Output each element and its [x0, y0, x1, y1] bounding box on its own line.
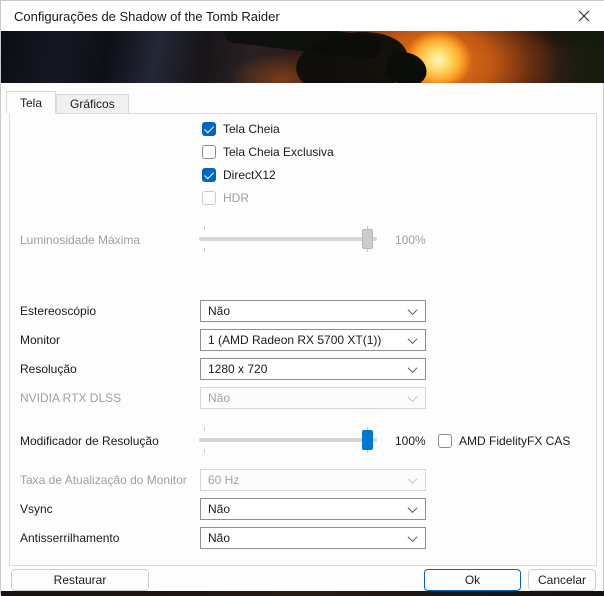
restore-button-label: Restaurar	[53, 573, 107, 587]
refresh-rate-value: 60 Hz	[208, 473, 240, 487]
chevron-down-icon	[407, 362, 418, 373]
directx12-checkbox[interactable]	[202, 168, 216, 182]
slider-thumb[interactable]	[362, 430, 373, 450]
resolution-modifier-label: Modificador de Resolução	[20, 434, 159, 448]
fidelityfx-checkbox-row[interactable]: AMD FidelityFX CAS	[438, 434, 570, 448]
refresh-rate-select: 60 Hz	[200, 469, 426, 491]
chevron-down-icon	[407, 333, 418, 344]
tab-strip: Tela Gráficos	[6, 91, 129, 114]
resolution-value: 1280 x 720	[208, 362, 268, 376]
exclusive-fullscreen-checkbox-row[interactable]: Tela Cheia Exclusiva	[202, 145, 334, 159]
cancel-button[interactable]: Cancelar	[528, 569, 596, 591]
antialiasing-value: Não	[208, 531, 231, 545]
check-icon	[203, 122, 214, 133]
refresh-rate-label: Taxa de Atualização do Monitor	[20, 473, 187, 487]
antialiasing-select[interactable]: Não	[200, 527, 426, 549]
chevron-down-icon	[407, 473, 418, 484]
ok-button-label: Ok	[464, 573, 481, 587]
tab-graficos[interactable]: Gráficos	[56, 94, 129, 114]
chevron-down-icon	[407, 391, 418, 402]
max-luminosity-label: Luminosidade Máxima	[20, 233, 141, 247]
directx12-checkbox-row[interactable]: DirectX12	[202, 168, 276, 182]
exclusive-fullscreen-checkbox[interactable]	[202, 145, 216, 159]
ok-button[interactable]: Ok	[424, 569, 521, 591]
tab-tela[interactable]: Tela	[6, 91, 57, 114]
directx12-label: DirectX12	[223, 168, 276, 182]
fullscreen-label: Tela Cheia	[223, 122, 280, 136]
resolution-modifier-value: 100%	[395, 434, 426, 448]
dlss-label: NVIDIA RTX DLSS	[20, 391, 122, 405]
stereoscopy-value: Não	[208, 304, 231, 318]
fidelityfx-checkbox[interactable]	[438, 434, 452, 448]
check-icon	[203, 168, 214, 179]
dlss-value: Não	[208, 391, 231, 405]
slider-track[interactable]	[199, 438, 377, 442]
vsync-value: Não	[208, 502, 231, 516]
slider-tick	[204, 427, 205, 431]
vsync-select[interactable]: Não	[200, 498, 426, 520]
fullscreen-checkbox-row[interactable]: Tela Cheia	[202, 122, 280, 136]
max-luminosity-slider	[199, 226, 377, 252]
restore-button[interactable]: Restaurar	[11, 569, 149, 591]
chevron-down-icon	[407, 502, 418, 513]
slider-tick	[204, 226, 205, 230]
monitor-select[interactable]: 1 (AMD Radeon RX 5700 XT(1))	[200, 329, 426, 351]
title-bar: Configurações de Shadow of the Tomb Raid…	[1, 1, 604, 31]
vsync-label: Vsync	[20, 502, 53, 516]
slider-thumb	[362, 229, 373, 249]
chevron-down-icon	[407, 304, 418, 315]
chevron-down-icon	[407, 531, 418, 542]
resolution-label: Resolução	[20, 362, 77, 376]
hdr-checkbox	[202, 191, 216, 205]
tela-tab-panel: Tela Cheia Tela Cheia Exclusiva DirectX1…	[9, 113, 597, 566]
banner-figure-hair	[383, 48, 431, 83]
background-edge-strip	[1, 591, 604, 596]
window-title: Configurações de Shadow of the Tomb Raid…	[14, 8, 280, 24]
max-luminosity-value: 100%	[395, 233, 426, 247]
antialiasing-label: Antisserrilhamento	[20, 531, 120, 545]
tab-graficos-label: Gráficos	[70, 97, 115, 111]
stereoscopy-label: Estereoscópio	[20, 304, 97, 318]
settings-dialog: Configurações de Shadow of the Tomb Raid…	[0, 0, 604, 596]
exclusive-fullscreen-label: Tela Cheia Exclusiva	[223, 145, 334, 159]
fullscreen-checkbox[interactable]	[202, 122, 216, 136]
hdr-checkbox-row: HDR	[202, 191, 249, 205]
fidelityfx-label: AMD FidelityFX CAS	[459, 434, 571, 448]
monitor-label: Monitor	[20, 333, 61, 347]
monitor-value: 1 (AMD Radeon RX 5700 XT(1))	[208, 333, 382, 347]
close-icon	[578, 10, 590, 22]
tab-tela-label: Tela	[20, 96, 43, 110]
slider-tick	[204, 248, 205, 252]
close-button[interactable]	[563, 1, 604, 31]
slider-tick	[204, 449, 205, 453]
stereoscopy-select[interactable]: Não	[200, 300, 426, 322]
resolution-modifier-slider[interactable]	[199, 427, 377, 453]
game-banner-image	[1, 31, 604, 83]
hdr-label: HDR	[223, 191, 249, 205]
slider-track	[199, 237, 377, 241]
resolution-select[interactable]: 1280 x 720	[200, 358, 426, 380]
dlss-select: Não	[200, 387, 426, 409]
cancel-button-label: Cancelar	[537, 573, 587, 587]
